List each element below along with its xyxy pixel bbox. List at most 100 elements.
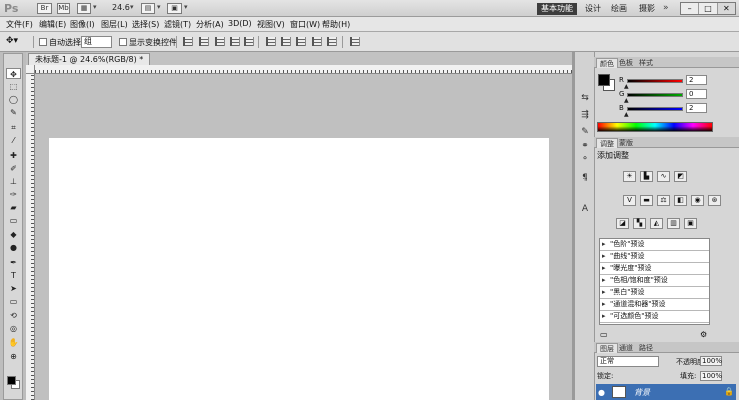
photo-filter-icon[interactable]: ◉ (691, 195, 704, 206)
channel-r-slider[interactable] (627, 79, 683, 83)
expand-arrow-icon[interactable]: ▸ (602, 287, 610, 298)
arrange-documents-icon[interactable]: ▤ (141, 3, 155, 14)
list-item[interactable]: ▸ "色阶"预设 (600, 239, 709, 251)
document-canvas[interactable] (49, 138, 549, 400)
workspace-painting-button[interactable]: 绘画 (611, 3, 627, 14)
align-left-icon[interactable] (230, 37, 240, 46)
curves-icon[interactable]: ∿ (657, 171, 670, 182)
workspace-design-button[interactable]: 设计 (585, 3, 601, 14)
expand-arrow-icon[interactable]: ▸ (602, 275, 610, 286)
menu-filter[interactable]: 滤镜(T) (164, 19, 191, 30)
tab-styles[interactable]: 样式 (636, 58, 656, 68)
foreground-color-swatch[interactable] (7, 376, 16, 385)
align-bottom-icon[interactable] (215, 37, 225, 46)
menu-file[interactable]: 文件(F) (6, 19, 33, 30)
list-item[interactable]: ▸ "通道混和器"预设 (600, 299, 709, 311)
threshold-icon[interactable]: ◭ (650, 218, 663, 229)
marquee-tool-icon[interactable]: ⬚ (6, 81, 21, 92)
zoom-tool-icon[interactable]: ⊕ (6, 351, 21, 362)
clone-source-icon[interactable]: ⚭ (578, 141, 592, 152)
list-item[interactable]: ▸ "曝光度"预设 (600, 263, 709, 275)
list-item[interactable]: ▸ "可选颜色"预设 (600, 311, 709, 323)
distribute-top-icon[interactable] (266, 37, 276, 46)
zoom-level[interactable]: 24.6 (112, 3, 130, 12)
clip-to-layer-icon[interactable]: ▭ (600, 330, 608, 339)
hand-tool-icon[interactable]: ✋ (6, 337, 21, 348)
list-item[interactable]: ▸ "黑白"预设 (600, 287, 709, 299)
path-select-tool-icon[interactable]: ➤ (6, 283, 21, 294)
expand-arrow-icon[interactable]: ▸ (602, 299, 610, 310)
channel-g-slider[interactable] (627, 93, 683, 97)
exposure-icon[interactable]: ◩ (674, 171, 687, 182)
channel-r-value[interactable]: 2 (686, 75, 707, 85)
maximize-button[interactable]: □ (699, 3, 718, 14)
distribute-bottom-icon[interactable] (296, 37, 306, 46)
color-spectrum[interactable] (597, 122, 713, 132)
channel-g-thumb-icon[interactable]: ▲ (624, 97, 629, 104)
distribute-left-icon[interactable] (312, 37, 322, 46)
auto-select-checkbox[interactable] (39, 38, 47, 46)
expand-arrow-icon[interactable]: ▸ (602, 251, 610, 262)
dodge-tool-icon[interactable]: ● (6, 242, 21, 253)
adjustment-panel-menu-icon[interactable]: ⚙ (700, 330, 707, 339)
auto-select-dropdown[interactable]: 组 (81, 36, 112, 48)
move-tool-icon[interactable]: ✥▾ (6, 36, 18, 46)
distribute-vcenter-icon[interactable] (281, 37, 291, 46)
expand-arrow-icon[interactable]: ▸ (602, 239, 610, 250)
menu-3d[interactable]: 3D(D) (228, 19, 252, 28)
shape-tool-icon[interactable]: ▭ (6, 296, 21, 307)
channel-b-thumb-icon[interactable]: ▲ (624, 111, 629, 118)
tab-masks[interactable]: 蒙版 (616, 138, 636, 148)
align-top-icon[interactable] (183, 37, 193, 46)
invert-icon[interactable]: ◪ (616, 218, 629, 229)
tab-swatches[interactable]: 色板 (616, 58, 636, 68)
channel-g-value[interactable]: 0 (686, 89, 707, 99)
tool-presets-icon[interactable]: ⚬ (578, 154, 592, 165)
history-brush-tool-icon[interactable]: ✑ (6, 189, 21, 200)
align-hcenter-icon[interactable] (244, 37, 254, 46)
view-extras-dropdown-icon[interactable]: ▾ (93, 3, 97, 11)
quick-select-tool-icon[interactable]: ✎ (6, 107, 21, 118)
channel-r-thumb-icon[interactable]: ▲ (624, 83, 629, 90)
opacity-field[interactable]: 100% (700, 356, 722, 366)
tab-channels[interactable]: 通道 (616, 343, 636, 353)
color-balance-icon[interactable]: ⚖ (657, 195, 670, 206)
selective-color-icon[interactable]: ▣ (684, 218, 697, 229)
brightness-contrast-icon[interactable]: ☀ (623, 171, 636, 182)
minimize-button[interactable]: – (681, 3, 700, 14)
brush-tool-icon[interactable]: ✐ (6, 163, 21, 174)
black-white-icon[interactable]: ◧ (674, 195, 687, 206)
channel-b-slider[interactable] (627, 107, 683, 111)
type-tool-icon[interactable]: T (6, 270, 21, 281)
canvas-area[interactable] (35, 74, 572, 400)
blend-mode-dropdown[interactable]: 正常 (597, 356, 659, 367)
workspace-more-icon[interactable]: » (663, 3, 669, 13)
list-item[interactable]: ▸ "色相/饱和度"预设 (600, 275, 709, 287)
menu-help[interactable]: 帮助(H) (322, 19, 350, 30)
eyedropper-tool-icon[interactable]: ⁄ (6, 135, 21, 146)
show-transform-checkbox[interactable] (119, 38, 127, 46)
screen-mode-dropdown-icon[interactable]: ▾ (184, 3, 188, 11)
align-vcenter-icon[interactable] (199, 37, 209, 46)
channel-b-value[interactable]: 2 (686, 103, 707, 113)
healing-tool-icon[interactable]: ✚ (6, 150, 21, 161)
gradient-map-icon[interactable]: ▥ (667, 218, 680, 229)
distribute-hcenter-icon[interactable] (327, 37, 337, 46)
zoom-dropdown-icon[interactable]: ▾ (130, 3, 134, 11)
distribute-right-icon[interactable] (350, 37, 360, 46)
menu-image[interactable]: 图像(I) (70, 19, 95, 30)
actions-panel-icon[interactable]: ⇶ (578, 110, 592, 121)
menu-select[interactable]: 选择(S) (132, 19, 159, 30)
blur-tool-icon[interactable]: ◆ (6, 229, 21, 240)
lasso-tool-icon[interactable]: ◯ (6, 94, 21, 105)
eraser-tool-icon[interactable]: ▰ (6, 202, 21, 213)
3d-orbit-tool-icon[interactable]: ◎ (6, 323, 21, 334)
menu-layer[interactable]: 图层(L) (101, 19, 128, 30)
paragraph-panel-icon[interactable]: ¶ (578, 173, 592, 184)
workspace-photography-button[interactable]: 摄影 (639, 3, 655, 14)
menu-view[interactable]: 视图(V) (257, 19, 285, 30)
horizontal-ruler[interactable] (35, 65, 572, 74)
fill-field[interactable]: 100% (700, 371, 722, 381)
bridge-icon[interactable]: Br (37, 3, 52, 14)
expand-arrow-icon[interactable]: ▸ (602, 263, 610, 274)
